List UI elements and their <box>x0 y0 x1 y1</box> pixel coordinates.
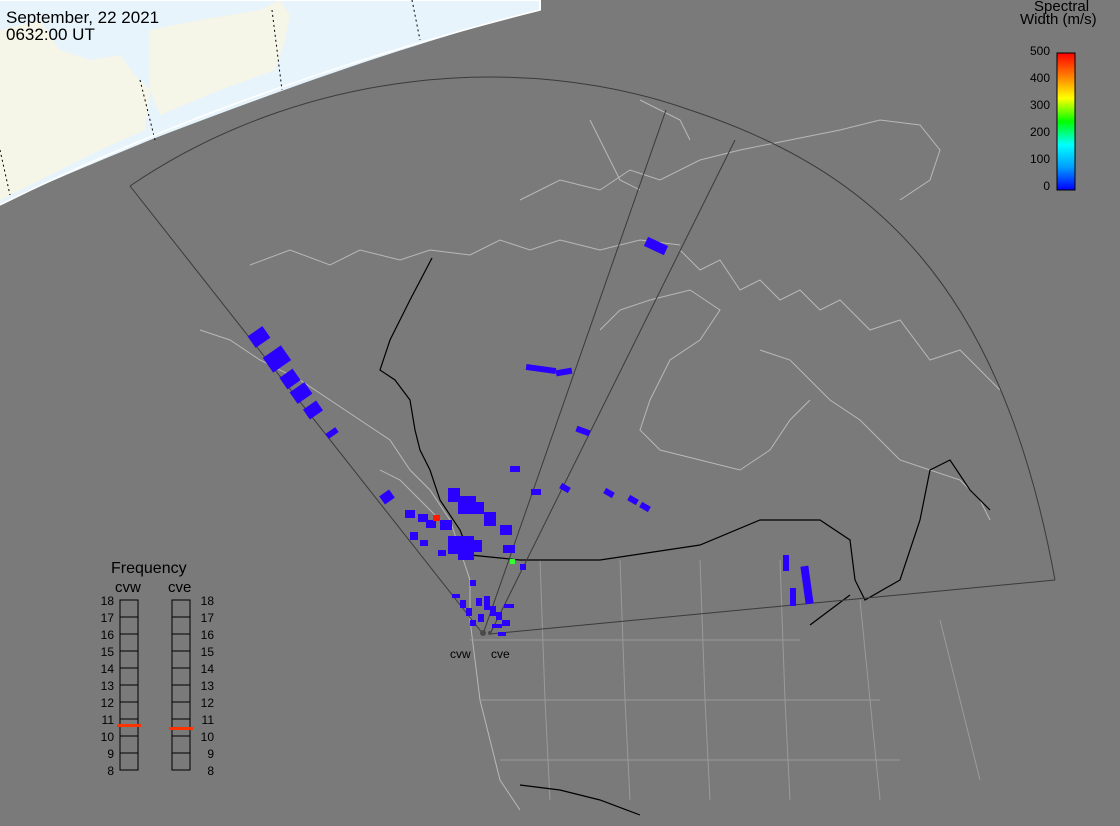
frequency-tick-left: 14 <box>100 662 114 676</box>
frequency-tick-right: 17 <box>200 611 214 625</box>
frequency-tick-right: 9 <box>207 747 214 761</box>
frequency-tick-left: 11 <box>101 713 114 727</box>
radar-echoes <box>247 236 814 636</box>
frequency-tick-right: 14 <box>200 662 214 676</box>
colorbar-tick: 500 <box>1029 44 1050 58</box>
colorbar-tick: 300 <box>1029 98 1050 112</box>
frequency-tick-left: 16 <box>100 628 114 642</box>
frequency-tick-right: 12 <box>200 696 214 710</box>
radar-site-cvw <box>480 630 486 636</box>
radar-label-cvw: cvw <box>450 647 471 661</box>
frequency-tick-left: 9 <box>107 747 114 761</box>
frequency-tick-right: 11 <box>201 713 214 727</box>
colorbar-tick: 400 <box>1029 71 1050 85</box>
political-borders <box>470 559 981 801</box>
colorbar-title-line2: Width (m/s) <box>1020 11 1097 28</box>
date-label: September, 22 2021 <box>6 8 160 27</box>
frequency-radar-left: cvw <box>115 579 141 596</box>
colorbar-tick: 100 <box>1029 152 1050 166</box>
frequency-tick-right: 8 <box>207 764 214 778</box>
radar-label-cve: cve <box>491 647 510 661</box>
frequency-tick-left: 13 <box>100 679 114 693</box>
colorbar-tick: 0 <box>1043 179 1050 193</box>
frequency-tick-right: 10 <box>200 730 214 744</box>
time-label: 0632:00 UT <box>6 25 95 44</box>
frequency-tick-right: 16 <box>200 628 214 642</box>
frequency-tick-left: 12 <box>100 696 114 710</box>
frequency-tick-left: 18 <box>100 594 114 608</box>
frequency-marker-cvw <box>117 724 141 727</box>
frequency-tick-left: 10 <box>100 730 114 744</box>
map-canvas <box>0 0 1076 816</box>
radar-site-cve <box>488 631 492 635</box>
frequency-panel <box>119 599 191 771</box>
coastlines <box>199 99 1001 811</box>
frequency-tick-left: 17 <box>100 611 114 625</box>
map-figure: September, 22 2021 0632:00 UT Spectral W… <box>0 0 1120 821</box>
frequency-tick-left: 15 <box>100 645 114 659</box>
frequency-title: Frequency <box>111 560 187 577</box>
colorbar-tick: 200 <box>1029 125 1050 139</box>
frequency-tick-left: 8 <box>107 764 114 778</box>
frequency-tick-right: 18 <box>200 594 214 608</box>
frequency-tick-right: 13 <box>200 679 214 693</box>
colorbar-scale <box>1056 52 1076 191</box>
frequency-tick-right: 15 <box>200 645 214 659</box>
